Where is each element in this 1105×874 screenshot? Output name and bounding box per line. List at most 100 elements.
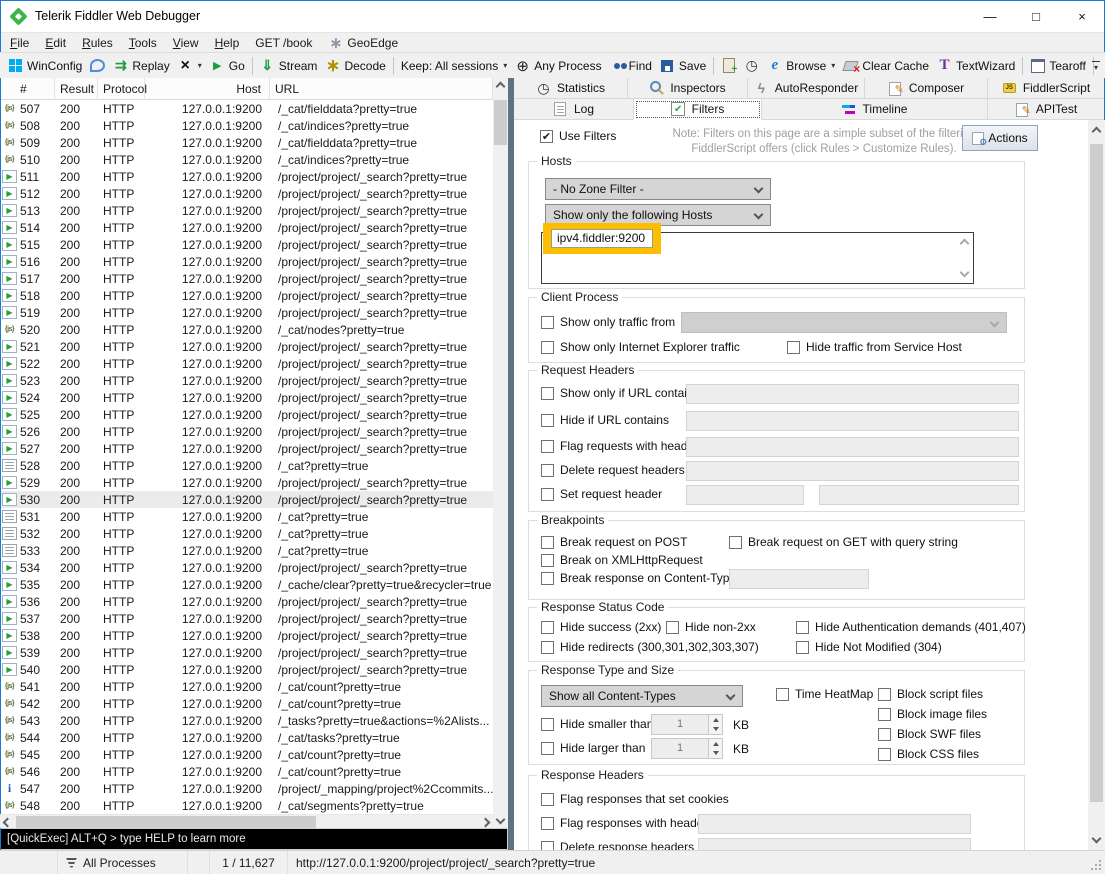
session-row[interactable]: 538200HTTP127.0.0.1:9200/project/project… xyxy=(0,627,493,644)
toolbar-keep-all-sessions-button[interactable]: Keep: All sessions▾ xyxy=(397,54,511,78)
session-row[interactable]: 516200HTTP127.0.0.1:9200/project/project… xyxy=(0,253,493,270)
menu-item-geoedge[interactable]: GeoEdge xyxy=(320,33,406,53)
session-row[interactable]: 536200HTTP127.0.0.1:9200/project/project… xyxy=(0,593,493,610)
session-row[interactable]: 512200HTTP127.0.0.1:9200/project/project… xyxy=(0,185,493,202)
scroll-down-icon[interactable] xyxy=(960,268,970,278)
host-value[interactable]: ipv4.fiddler:9200 xyxy=(551,229,653,248)
block-image-checkbox[interactable]: Block image files xyxy=(878,707,987,721)
menu-item-tools[interactable]: Tools xyxy=(121,33,165,53)
menu-item-view[interactable]: View xyxy=(165,33,207,53)
scroll-up-icon[interactable] xyxy=(496,82,506,92)
scroll-right-icon[interactable] xyxy=(481,818,491,828)
delete-request-headers-input[interactable] xyxy=(686,461,1019,481)
toolbar-find-button[interactable]: Find xyxy=(606,54,656,78)
tab-log[interactable]: Log xyxy=(514,99,634,120)
set-request-header-value-input[interactable] xyxy=(819,485,1019,505)
column-header-result[interactable]: Result xyxy=(55,78,98,100)
process-filter[interactable]: All Processes xyxy=(58,851,188,874)
scroll-left-icon[interactable] xyxy=(3,818,13,828)
set-request-header-name-input[interactable] xyxy=(686,485,804,505)
session-row[interactable]: 545200HTTP127.0.0.1:9200/_cat/count?pret… xyxy=(0,746,493,763)
tab-composer[interactable]: Composer xyxy=(865,78,988,99)
session-row[interactable]: 532200HTTP127.0.0.1:9200/_cat?pretty=tru… xyxy=(0,525,493,542)
session-row[interactable]: 511200HTTP127.0.0.1:9200/project/project… xyxy=(0,168,493,185)
toolbar-tearoff-button[interactable]: Tearoff xyxy=(1026,54,1089,78)
break-xhr-checkbox[interactable]: Break on XMLHttpRequest xyxy=(541,553,703,567)
menu-item-get-book[interactable]: GET /book xyxy=(247,33,320,53)
session-row[interactable]: 543200HTTP127.0.0.1:9200/_tasks?pretty=t… xyxy=(0,712,493,729)
session-list-header[interactable]: # Result Protocol Host URL xyxy=(0,78,493,100)
capture-indicator[interactable] xyxy=(0,851,58,874)
column-header-protocol[interactable]: Protocol xyxy=(98,78,145,100)
menu-item-help[interactable]: Help xyxy=(207,33,248,53)
toolbar-stream-button[interactable]: Stream xyxy=(256,54,322,78)
column-header-host[interactable]: Host xyxy=(145,78,270,100)
spin-down-icon[interactable] xyxy=(709,749,722,759)
session-row[interactable]: 525200HTTP127.0.0.1:9200/project/project… xyxy=(0,406,493,423)
session-row[interactable]: 515200HTTP127.0.0.1:9200/project/project… xyxy=(0,236,493,253)
flag-response-headers-checkbox[interactable]: Flag responses with headers xyxy=(541,816,713,830)
session-row[interactable]: 523200HTTP127.0.0.1:9200/project/project… xyxy=(0,372,493,389)
toolbar-go-button[interactable]: Go xyxy=(206,54,249,78)
filters-scroll-thumb[interactable] xyxy=(1090,144,1103,802)
session-row[interactable]: 521200HTTP127.0.0.1:9200/project/project… xyxy=(0,338,493,355)
session-row[interactable]: 547200HTTP127.0.0.1:9200/project/_mappin… xyxy=(0,780,493,797)
session-row[interactable]: 537200HTTP127.0.0.1:9200/project/project… xyxy=(0,610,493,627)
vertical-scroll-thumb[interactable] xyxy=(494,100,507,145)
tab-autoresponder[interactable]: AutoResponder xyxy=(748,78,865,99)
tab-fiddlerscript[interactable]: FiddlerScript xyxy=(988,78,1105,99)
menu-item-edit[interactable]: Edit xyxy=(37,33,74,53)
flag-request-headers-input[interactable] xyxy=(686,437,1019,457)
session-row[interactable]: 514200HTTP127.0.0.1:9200/project/project… xyxy=(0,219,493,236)
session-horizontal-scrollbar[interactable] xyxy=(0,814,493,828)
toolbar-comment-button[interactable] xyxy=(86,54,109,78)
use-filters-checkbox[interactable]: ✔ Use Filters xyxy=(540,129,616,143)
maximize-button[interactable]: □ xyxy=(1013,0,1059,32)
spin-up-icon[interactable] xyxy=(709,739,722,749)
quickexec-bar[interactable]: [QuickExec] ALT+Q > type HELP to learn m… xyxy=(0,828,508,850)
session-row[interactable]: 541200HTTP127.0.0.1:9200/_cat/count?pret… xyxy=(0,678,493,695)
horizontal-scroll-thumb[interactable] xyxy=(16,816,316,828)
tab-statistics[interactable]: Statistics xyxy=(514,78,628,99)
session-row[interactable]: 528200HTTP127.0.0.1:9200/_cat?pretty=tru… xyxy=(0,457,493,474)
resize-grip[interactable] xyxy=(1099,868,1101,870)
filters-vertical-scrollbar[interactable] xyxy=(1088,120,1105,850)
block-swf-checkbox[interactable]: Block SWF files xyxy=(878,727,981,741)
toolbar-winconfig-button[interactable]: WinConfig xyxy=(4,54,86,78)
tab-apitest[interactable]: APITest xyxy=(988,99,1105,120)
block-css-checkbox[interactable]: Block CSS files xyxy=(878,747,979,761)
session-row[interactable]: 524200HTTP127.0.0.1:9200/project/project… xyxy=(0,389,493,406)
show-only-ie-checkbox[interactable]: Show only Internet Explorer traffic xyxy=(541,340,740,354)
hide-larger-checkbox[interactable]: Hide larger than xyxy=(541,741,645,755)
hide-service-host-checkbox[interactable]: Hide traffic from Service Host xyxy=(787,340,962,354)
session-row[interactable]: 519200HTTP127.0.0.1:9200/project/project… xyxy=(0,304,493,321)
break-post-checkbox[interactable]: Break request on POST xyxy=(541,535,687,549)
delete-request-headers-checkbox[interactable]: Delete request headers xyxy=(541,463,685,477)
session-row[interactable]: 534200HTTP127.0.0.1:9200/project/project… xyxy=(0,559,493,576)
break-content-type-checkbox[interactable]: Break response on Content-Type xyxy=(541,571,736,585)
hide-smaller-checkbox[interactable]: Hide smaller than xyxy=(541,717,653,731)
flag-request-headers-checkbox[interactable]: Flag requests with headers xyxy=(541,439,704,453)
delete-response-headers-input[interactable] xyxy=(698,838,971,850)
session-row[interactable]: 509200HTTP127.0.0.1:9200/_cat/fielddata?… xyxy=(0,134,493,151)
tab-filters[interactable]: Filters xyxy=(634,99,762,120)
close-button[interactable]: × xyxy=(1059,0,1105,32)
session-row[interactable]: 542200HTTP127.0.0.1:9200/_cat/count?pret… xyxy=(0,695,493,712)
actions-button[interactable]: Actions xyxy=(962,125,1038,151)
session-row[interactable]: 520200HTTP127.0.0.1:9200/_cat/nodes?pret… xyxy=(0,321,493,338)
session-row[interactable]: 539200HTTP127.0.0.1:9200/project/project… xyxy=(0,644,493,661)
session-row[interactable]: 510200HTTP127.0.0.1:9200/_cat/indices?pr… xyxy=(0,151,493,168)
toolbar-textwizard-button[interactable]: TextWizard xyxy=(933,54,1019,78)
menu-item-file[interactable]: File xyxy=(2,33,37,53)
set-request-header-checkbox[interactable]: Set request header xyxy=(541,487,662,501)
scroll-up-icon[interactable] xyxy=(1092,127,1102,137)
session-row[interactable]: 517200HTTP127.0.0.1:9200/project/project… xyxy=(0,270,493,287)
delete-response-headers-checkbox[interactable]: Delete response headers xyxy=(541,840,694,850)
scroll-down-icon[interactable] xyxy=(1092,834,1102,844)
session-row[interactable]: 546200HTTP127.0.0.1:9200/_cat/count?pret… xyxy=(0,763,493,780)
minimize-button[interactable]: — xyxy=(967,0,1013,32)
session-vertical-scrollbar[interactable] xyxy=(493,78,508,828)
hide-url-contains-checkbox[interactable]: Hide if URL contains xyxy=(541,413,669,427)
session-row[interactable]: 544200HTTP127.0.0.1:9200/_cat/tasks?pret… xyxy=(0,729,493,746)
menu-item-rules[interactable]: Rules xyxy=(74,33,121,53)
